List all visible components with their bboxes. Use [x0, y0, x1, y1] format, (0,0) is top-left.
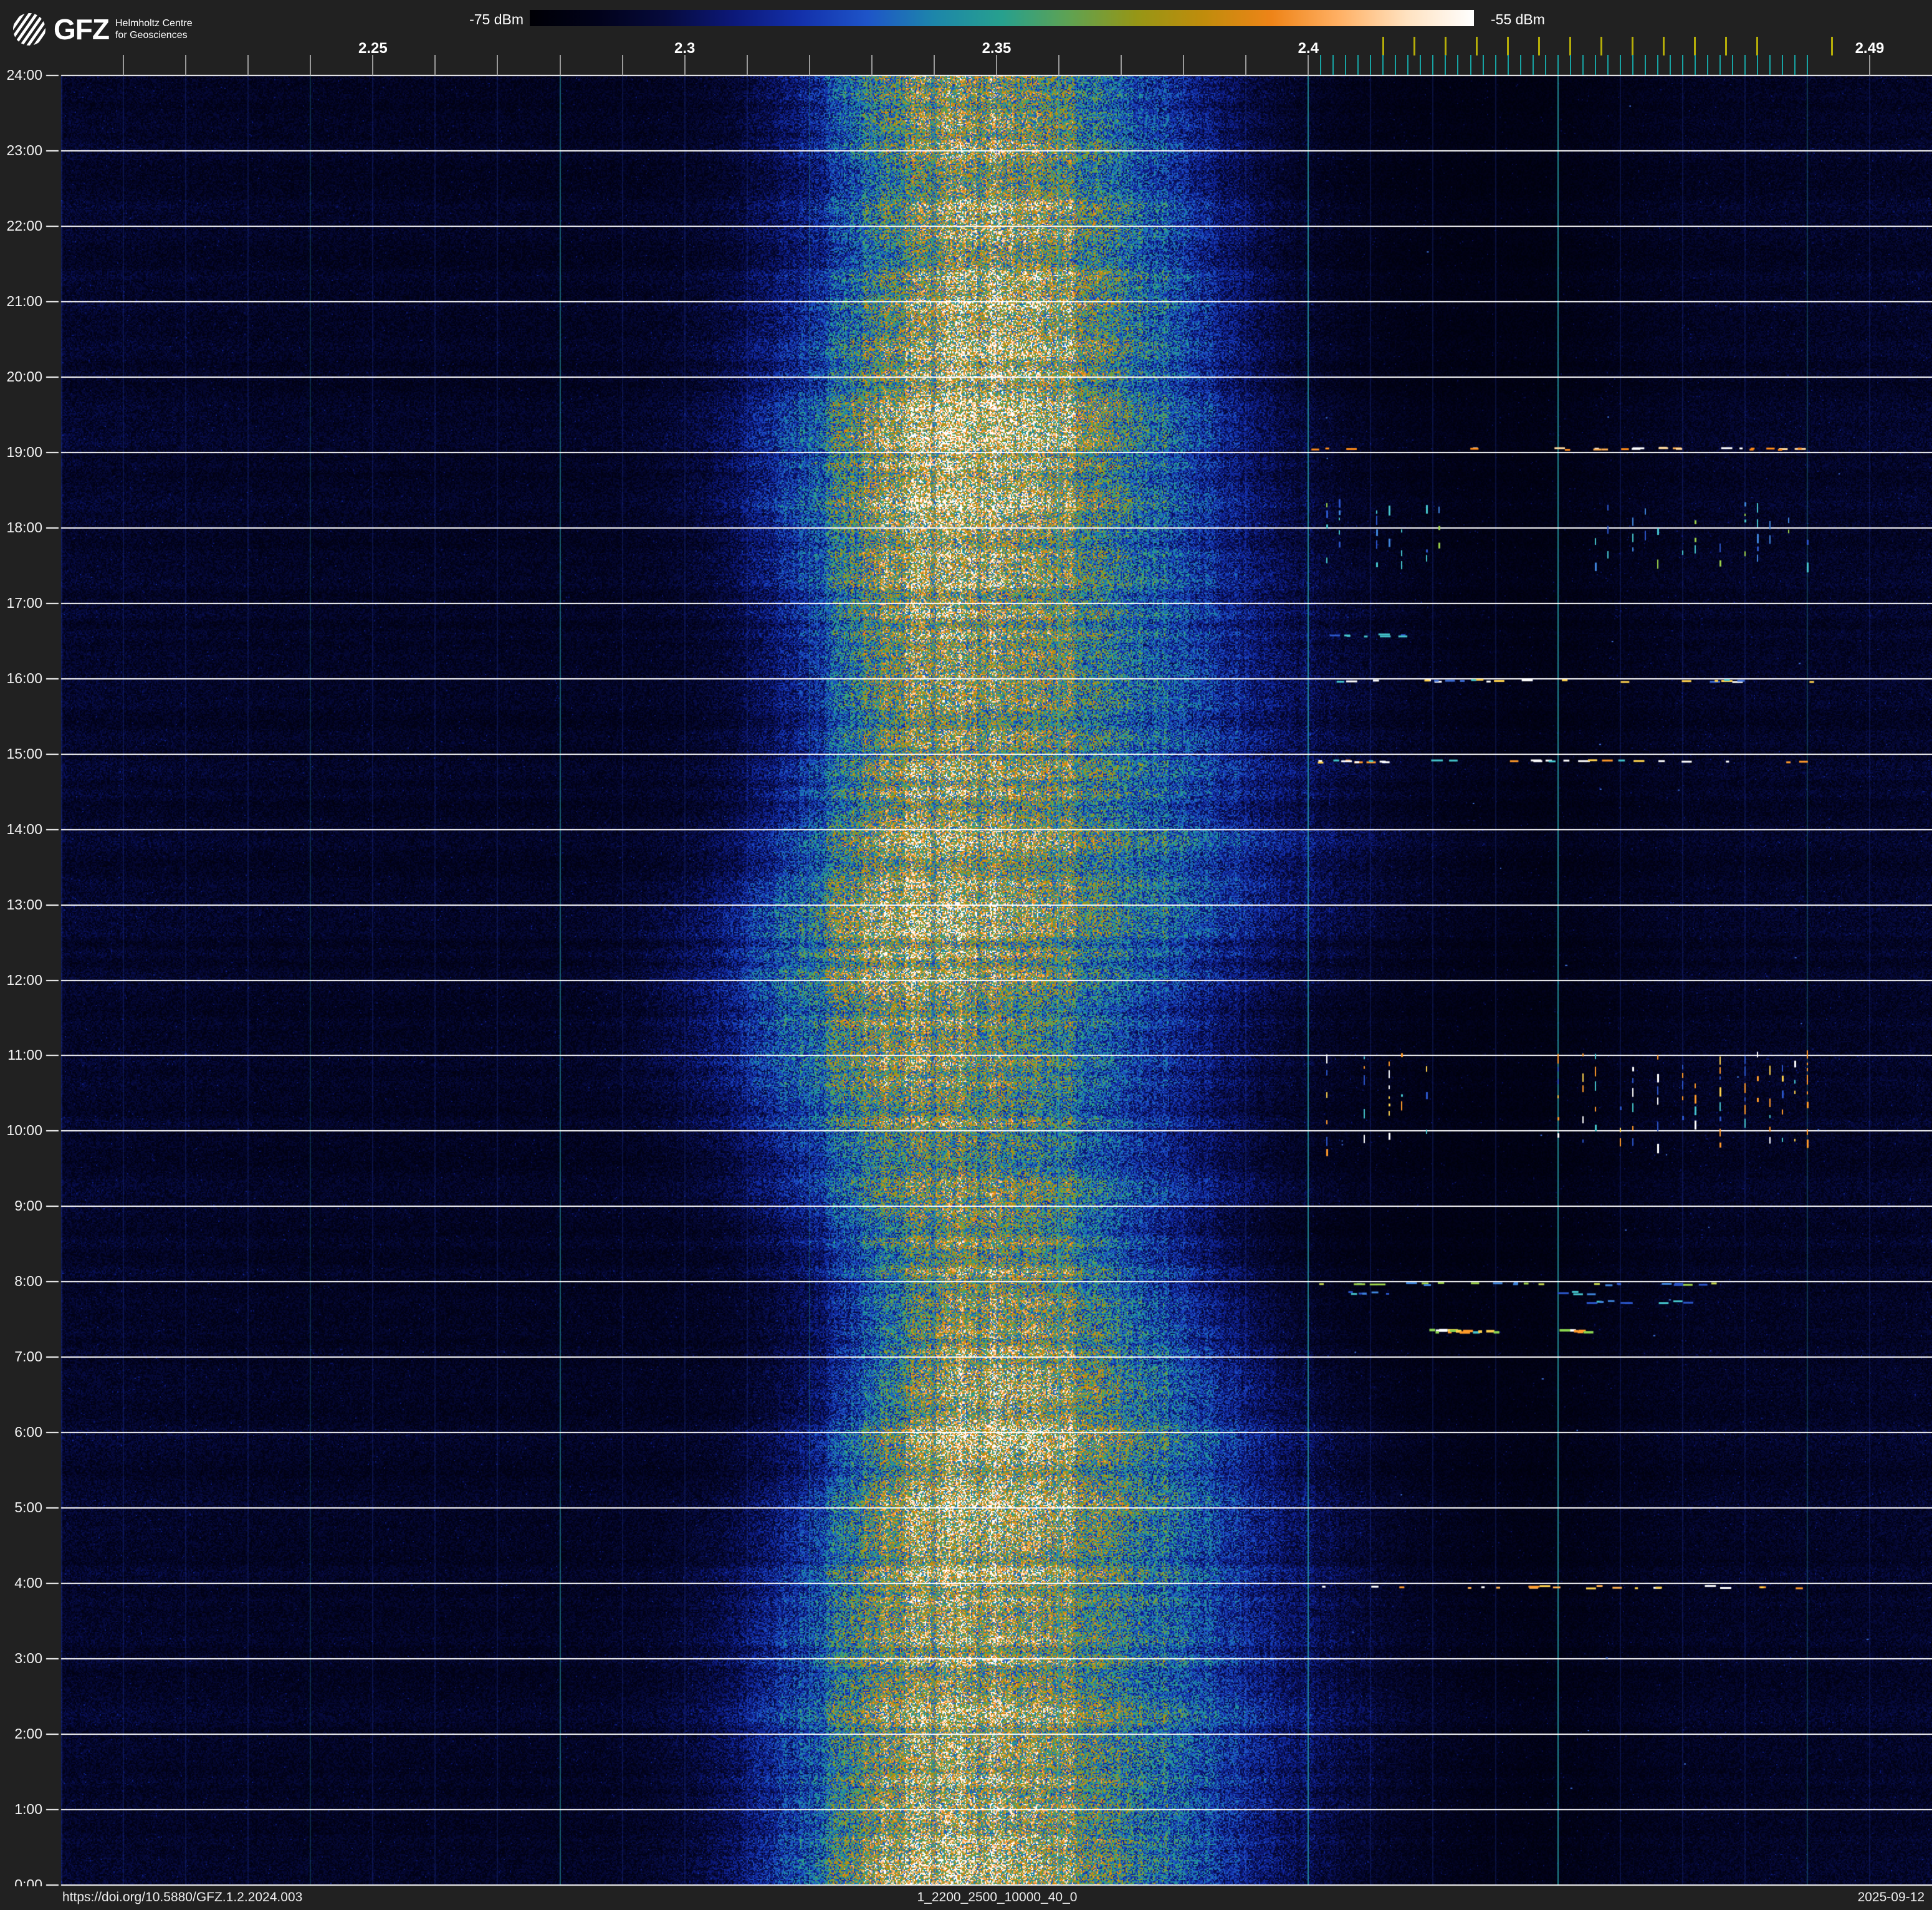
- spectrogram-heatmap: [0, 0, 1932, 1910]
- logo-name: Helmholtz Centre for Geosciences: [115, 17, 193, 41]
- gfz-logo-icon: [13, 13, 45, 46]
- logo-acronym: GFZ: [54, 13, 110, 46]
- footer-date: 2025-09-12: [1857, 1890, 1925, 1904]
- colorbar-max-label: -55 dBm: [1491, 11, 1545, 27]
- logo-name-line2: for Geosciences: [115, 30, 188, 41]
- colorbar-min-label: -75 dBm: [469, 11, 524, 27]
- header-logo: GFZ Helmholtz Centre for Geosciences: [12, 12, 193, 46]
- footer-dataset-id: 1_2200_2500_10000_40_0: [917, 1890, 1078, 1904]
- logo-name-line1: Helmholtz Centre: [115, 18, 193, 29]
- spectrogram-page: { "header": { "logo": { "acronym": "GFZ"…: [0, 0, 1932, 1910]
- footer-doi-link[interactable]: https://doi.org/10.5880/GFZ.1.2.2024.003: [62, 1890, 302, 1905]
- colorbar: [530, 10, 1474, 26]
